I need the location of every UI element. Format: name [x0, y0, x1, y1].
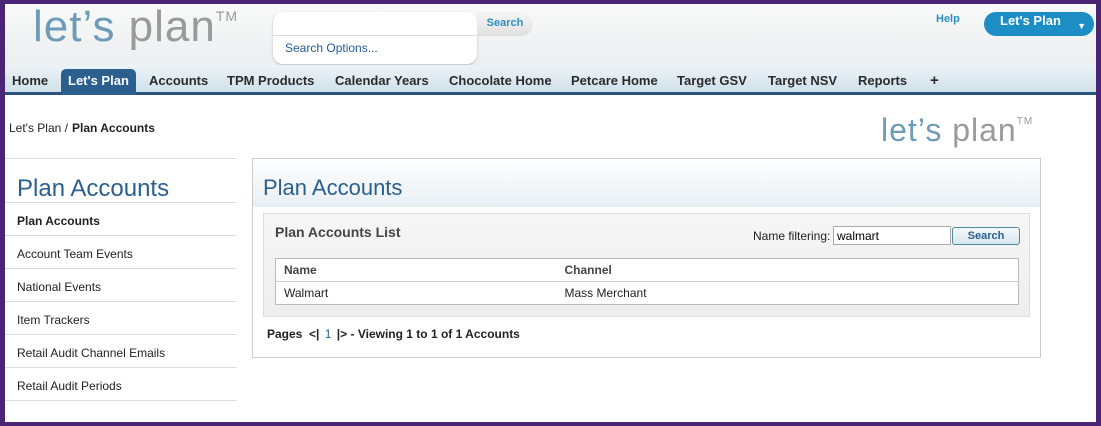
- app-switcher-button[interactable]: Let's Plan ▼: [984, 12, 1094, 36]
- header: let’s planTM Search Options... Search He…: [5, 4, 1096, 65]
- search-button[interactable]: Search: [477, 12, 533, 36]
- plan-accounts-panel: Plan Accounts Plan Accounts List Name fi…: [252, 158, 1041, 358]
- tab-accounts[interactable]: Accounts: [142, 69, 215, 95]
- tab-reports[interactable]: Reports: [851, 69, 914, 95]
- tab-chocolate-home[interactable]: Chocolate Home: [442, 69, 559, 95]
- name-filter-input[interactable]: [833, 226, 951, 245]
- tab-lets-plan[interactable]: Let's Plan: [61, 69, 136, 95]
- pages-label: Pages: [267, 327, 303, 341]
- filter-label: Name filtering:: [753, 229, 831, 243]
- sidebar-item-account-team-events[interactable]: Account Team Events: [5, 236, 237, 269]
- accounts-table: Name Channel Walmart Mass Merchant: [275, 258, 1019, 305]
- main-nav: Home Let's Plan Accounts TPM Products Ca…: [5, 65, 1096, 95]
- tab-tpm-products[interactable]: TPM Products: [220, 69, 321, 95]
- app-window: let’s planTM Search Options... Search He…: [5, 4, 1096, 422]
- logo[interactable]: let’s planTM: [33, 4, 238, 52]
- sidebar-title: Plan Accounts: [5, 158, 237, 203]
- chevron-down-icon: ▼: [1077, 21, 1086, 31]
- search-input[interactable]: [273, 12, 477, 36]
- breadcrumb-current: Plan Accounts: [72, 121, 155, 135]
- column-header-channel[interactable]: Channel: [556, 258, 1019, 282]
- table-row[interactable]: Walmart Mass Merchant: [276, 282, 1019, 305]
- cell-name[interactable]: Walmart: [276, 282, 557, 305]
- tab-target-nsv[interactable]: Target NSV: [761, 69, 844, 95]
- tab-home[interactable]: Home: [5, 69, 55, 95]
- tab-petcare-home[interactable]: Petcare Home: [564, 69, 665, 95]
- sidebar-item-national-events[interactable]: National Events: [5, 269, 237, 302]
- sidebar: Plan Accounts Plan Accounts Account Team…: [5, 158, 237, 401]
- filter-search-button[interactable]: Search: [952, 227, 1020, 245]
- breadcrumb-parent[interactable]: Let's Plan /: [9, 121, 68, 135]
- page-1-link[interactable]: 1: [325, 327, 332, 341]
- app-switcher-label: Let's Plan: [1000, 13, 1061, 28]
- sidebar-item-retail-audit-channel-emails[interactable]: Retail Audit Channel Emails: [5, 335, 237, 368]
- column-header-name[interactable]: Name: [275, 258, 557, 282]
- help-link[interactable]: Help: [936, 13, 960, 25]
- search-box: Search Options...: [273, 12, 477, 64]
- pagination: Pages <| 1 |> - Viewing 1 to 1 of 1 Acco…: [267, 327, 520, 341]
- prev-page[interactable]: <|: [309, 327, 319, 341]
- accounts-list-box: Plan Accounts List Name filtering: Searc…: [263, 213, 1030, 317]
- list-title: Plan Accounts List: [275, 224, 401, 240]
- logo-tm: TM: [215, 8, 239, 24]
- sidebar-item-plan-accounts[interactable]: Plan Accounts: [5, 203, 237, 236]
- sidebar-item-retail-audit-periods[interactable]: Retail Audit Periods: [5, 368, 237, 401]
- page-title: Plan Accounts: [253, 159, 1040, 207]
- add-tab-icon[interactable]: +: [923, 69, 946, 95]
- search-options-link[interactable]: Search Options...: [285, 41, 378, 55]
- tab-calendar-years[interactable]: Calendar Years: [328, 69, 436, 95]
- breadcrumb: Let's Plan / Plan Accounts: [9, 121, 155, 135]
- cell-channel: Mass Merchant: [564, 286, 647, 300]
- tab-target-gsv[interactable]: Target GSV: [670, 69, 754, 95]
- next-page[interactable]: |>: [337, 327, 347, 341]
- sidebar-item-item-trackers[interactable]: Item Trackers: [5, 302, 237, 335]
- pager-summary: - Viewing 1 to 1 of 1 Accounts: [350, 327, 520, 341]
- page-logo: let’s planTM: [881, 112, 1034, 148]
